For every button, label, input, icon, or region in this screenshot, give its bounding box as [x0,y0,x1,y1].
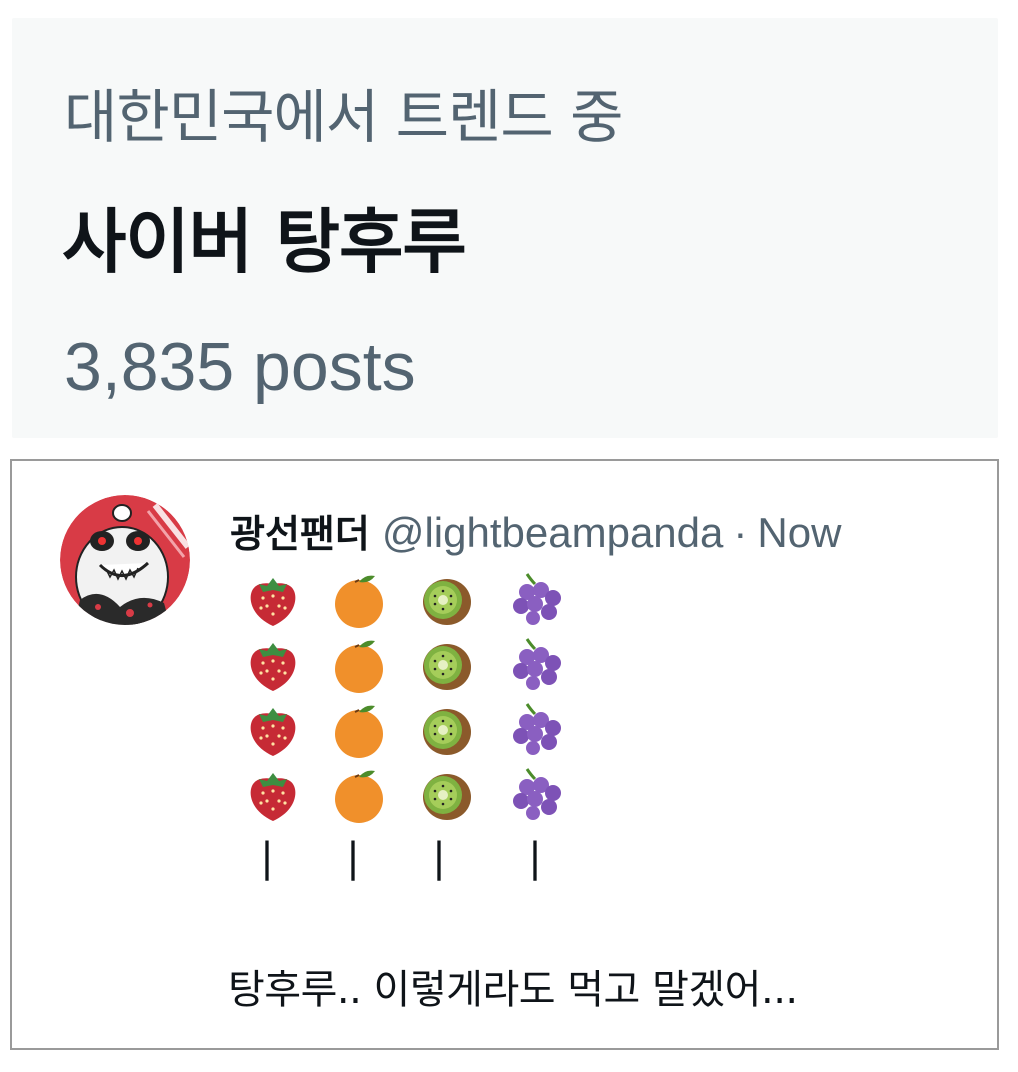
trend-card[interactable]: 대한민국에서 트렌드 중 사이버 탕후루 3,835 posts [12,18,998,438]
skewer-stick: | [346,835,360,881]
user-handle[interactable]: @lightbeampanda [382,509,724,557]
emoji-row [230,567,578,632]
post-header: 광선팬더 @lightbeampanda · Now [230,503,841,556]
kiwi-icon [402,697,488,762]
grapes-icon [492,697,578,762]
panda-avatar-icon [60,495,190,625]
trend-context: 대한민국에서 트렌드 중 [64,83,623,151]
kiwi-icon [402,632,488,697]
strawberry-icon [230,632,316,697]
post-timestamp[interactable]: Now [757,509,841,557]
orange-icon [316,632,402,697]
skewer-stick: | [260,835,274,881]
kiwi-icon [402,567,488,632]
emoji-grid [230,567,578,827]
skewer-stick: | [528,835,542,881]
grapes-icon [492,567,578,632]
skewer-row: | | | | [230,833,578,883]
orange-icon [316,762,402,827]
grapes-icon [492,632,578,697]
orange-icon [316,567,402,632]
post-text: 탕후루.. 이렇게라도 먹고 말겠어... [228,967,798,1013]
grapes-icon [492,762,578,827]
display-name[interactable]: 광선팬더 [230,503,370,558]
strawberry-icon [230,762,316,827]
header-separator: · [733,509,748,556]
emoji-row [230,697,578,762]
emoji-row [230,632,578,697]
strawberry-icon [230,697,316,762]
skewer-stick: | [432,835,446,881]
strawberry-icon [230,567,316,632]
avatar[interactable] [60,495,190,625]
emoji-row [230,762,578,827]
trend-post-count: 3,835 posts [64,329,416,405]
orange-icon [316,697,402,762]
post-card[interactable]: 광선팬더 @lightbeampanda · Now | | | | 탕후루.. 이렇… [10,459,999,1050]
trend-title[interactable]: 사이버 탕후루 [62,186,467,287]
kiwi-icon [402,762,488,827]
